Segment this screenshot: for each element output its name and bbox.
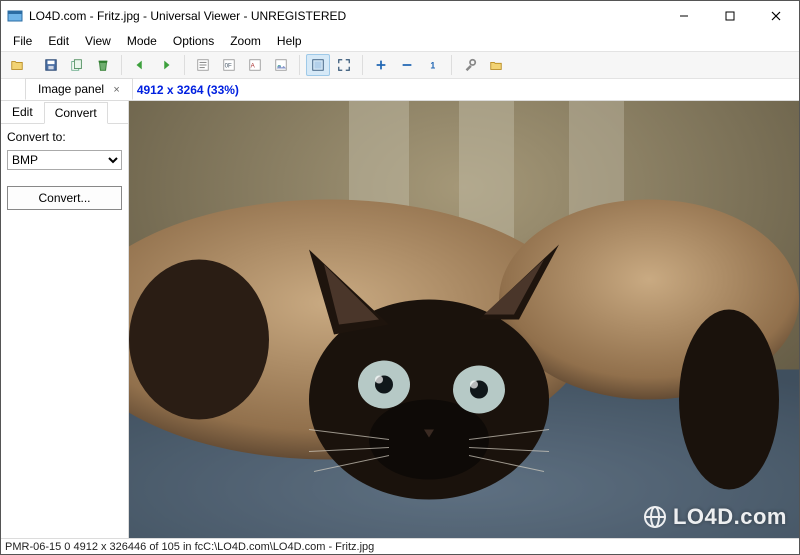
side-tabs: Edit Convert xyxy=(1,101,128,124)
svg-text:0F: 0F xyxy=(225,63,232,70)
fullscreen-icon[interactable] xyxy=(332,54,356,76)
tabrow: Image panel × 4912 x 3264 (33%) xyxy=(1,79,799,101)
displayed-image xyxy=(129,101,799,538)
content-area: Edit Convert Convert to: BMP Convert... xyxy=(1,101,799,538)
status-text: PMR-06-15 0 4912 x 326446 of 105 in fcC:… xyxy=(5,541,374,553)
save-icon[interactable] xyxy=(39,54,63,76)
menu-zoom[interactable]: Zoom xyxy=(222,32,269,50)
delete-icon[interactable] xyxy=(91,54,115,76)
nav-prev-icon[interactable] xyxy=(128,54,152,76)
side-panel: Edit Convert Convert to: BMP Convert... xyxy=(1,101,129,538)
toolbar-separator xyxy=(184,55,185,75)
nav-next-icon[interactable] xyxy=(154,54,178,76)
menu-options[interactable]: Options xyxy=(165,32,222,50)
minimize-button[interactable] xyxy=(661,1,707,31)
menu-help[interactable]: Help xyxy=(269,32,310,50)
view-text-icon[interactable] xyxy=(191,54,215,76)
app-icon xyxy=(7,8,23,24)
recent-icon[interactable] xyxy=(484,54,508,76)
svg-text:1: 1 xyxy=(430,61,435,71)
side-tab-convert[interactable]: Convert xyxy=(44,102,108,124)
toolbar: 0F A 1 xyxy=(1,51,799,79)
window-title: LO4D.com - Fritz.jpg - Universal Viewer … xyxy=(29,9,346,23)
toolbar-separator xyxy=(451,55,452,75)
menu-file[interactable]: File xyxy=(5,32,40,50)
close-button[interactable] xyxy=(753,1,799,31)
image-viewport[interactable]: LO4D.com xyxy=(129,101,799,538)
zoom-in-icon[interactable] xyxy=(369,54,393,76)
maximize-button[interactable] xyxy=(707,1,753,31)
zoom-out-icon[interactable] xyxy=(395,54,419,76)
convert-format-select[interactable]: BMP xyxy=(7,150,122,170)
view-rtf-icon[interactable]: A xyxy=(243,54,267,76)
side-tab-edit[interactable]: Edit xyxy=(1,101,44,123)
app-window: LO4D.com - Fritz.jpg - Universal Viewer … xyxy=(0,0,800,555)
tab-label: Image panel xyxy=(38,82,104,96)
toolbar-separator xyxy=(121,55,122,75)
toolbar-separator xyxy=(299,55,300,75)
convert-button[interactable]: Convert... xyxy=(7,186,122,210)
view-media-icon[interactable] xyxy=(269,54,293,76)
tab-image-panel[interactable]: Image panel × xyxy=(25,78,133,100)
fit-window-icon[interactable] xyxy=(306,54,330,76)
menubar: File Edit View Mode Options Zoom Help xyxy=(1,31,799,51)
titlebar-left: LO4D.com - Fritz.jpg - Universal Viewer … xyxy=(7,8,346,24)
view-hex-icon[interactable]: 0F xyxy=(217,54,241,76)
menu-mode[interactable]: Mode xyxy=(119,32,165,50)
menu-edit[interactable]: Edit xyxy=(40,32,77,50)
zoom-100-icon[interactable]: 1 xyxy=(421,54,445,76)
tab-close-icon[interactable]: × xyxy=(113,84,119,96)
toolbar-separator xyxy=(362,55,363,75)
statusbar: PMR-06-15 0 4912 x 326446 of 105 in fcC:… xyxy=(1,538,799,554)
open-icon[interactable] xyxy=(5,54,29,76)
side-panel-body: Convert to: BMP Convert... xyxy=(1,124,128,216)
image-size-readout: 4912 x 3264 (33%) xyxy=(133,83,239,97)
convert-to-label: Convert to: xyxy=(7,130,122,144)
tools-icon[interactable] xyxy=(458,54,482,76)
menu-view[interactable]: View xyxy=(77,32,119,50)
window-controls xyxy=(661,1,799,31)
titlebar: LO4D.com - Fritz.jpg - Universal Viewer … xyxy=(1,1,799,31)
copy-icon[interactable] xyxy=(65,54,89,76)
